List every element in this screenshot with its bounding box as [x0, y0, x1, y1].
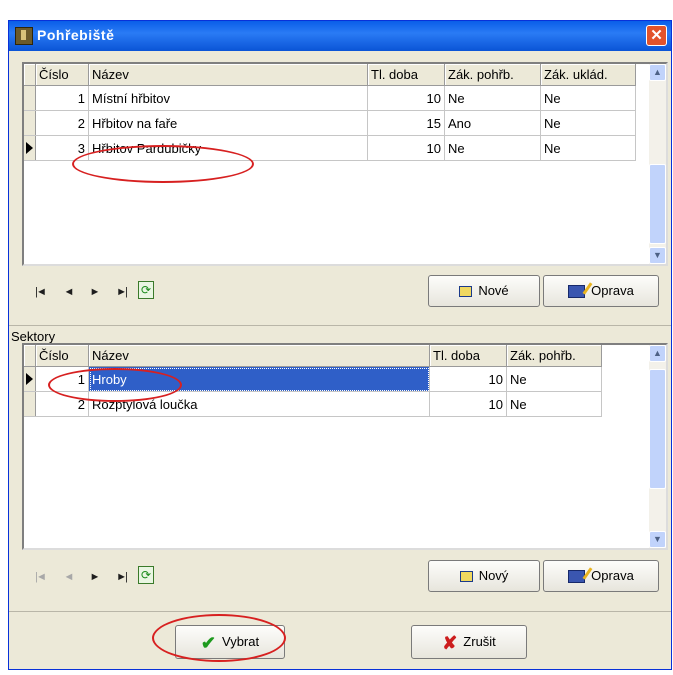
row-indicator: [24, 110, 36, 136]
scroll-down-icon[interactable]: ▼: [649, 531, 666, 548]
last-record-icon[interactable]: ►|: [111, 284, 131, 300]
title-bar: Pohřebiště ✕: [9, 21, 671, 51]
cemetery-dialog: Pohřebiště ✕ Číslo Název Tl. doba Zák. p…: [8, 20, 672, 670]
sector-grid[interactable]: Číslo Název Tl. doba Zák. pohřb. 1 Hroby…: [22, 343, 668, 550]
table-row[interactable]: 2 Hřbitov na faře 15 Ano Ne: [24, 110, 636, 136]
table-row-current[interactable]: 1 Hroby 10 Ne: [24, 366, 602, 392]
next-record-icon[interactable]: ►: [84, 284, 104, 300]
cell-rest-period[interactable]: 10: [367, 135, 445, 161]
cell-name[interactable]: Hřbitov na faře: [88, 110, 368, 136]
first-record-icon[interactable]: |◄: [30, 569, 50, 585]
cell-burial-ban[interactable]: Ne: [506, 366, 602, 392]
sector-grid-header: Číslo Název Tl. doba Zák. pohřb.: [24, 345, 602, 367]
cell-rest-period[interactable]: 10: [429, 366, 507, 392]
current-row-pointer-icon: [26, 373, 33, 385]
cell-name[interactable]: Hřbitov Pardubičky: [88, 135, 368, 161]
cell-number[interactable]: 2: [35, 391, 89, 417]
refresh-icon[interactable]: ⟳: [138, 566, 154, 584]
cemetery-navigator: |◄ ◄ ► ►| ⟳ Nové Oprava: [22, 269, 668, 315]
edit-cemetery-label: Oprava: [591, 283, 634, 298]
row-indicator: [24, 391, 36, 417]
sector-navigator: |◄ ◄ ► ►| ⟳ Nový Oprava: [22, 554, 668, 600]
vertical-scrollbar[interactable]: ▲ ▼: [649, 64, 666, 264]
cell-burial-ban[interactable]: Ne: [444, 85, 541, 111]
table-row[interactable]: 2 Rozptylová loučka 10 Ne: [24, 391, 602, 417]
select-button[interactable]: ✔ Vybrat: [175, 625, 285, 659]
first-record-icon[interactable]: |◄: [30, 284, 50, 300]
window-title: Pohřebiště: [37, 27, 115, 43]
scroll-thumb[interactable]: [649, 369, 666, 489]
cell-rest-period[interactable]: 15: [367, 110, 445, 136]
cemetery-grid-header: Číslo Název Tl. doba Zák. pohřb. Zák. uk…: [24, 64, 636, 86]
scroll-down-icon[interactable]: ▼: [649, 247, 666, 264]
column-header-rest-period[interactable]: Tl. doba: [429, 345, 507, 367]
column-header-number[interactable]: Číslo: [35, 64, 89, 86]
cell-rest-period[interactable]: 10: [367, 85, 445, 111]
row-indicator-header: [24, 64, 36, 86]
cell-burial-ban[interactable]: Ne: [506, 391, 602, 417]
cell-number[interactable]: 3: [35, 135, 89, 161]
row-indicator: [24, 85, 36, 111]
column-header-name[interactable]: Název: [88, 64, 368, 86]
edit-sector-button[interactable]: Oprava: [543, 560, 659, 592]
column-header-burial-ban[interactable]: Zák. pohřb.: [444, 64, 541, 86]
row-indicator: [24, 366, 36, 392]
current-row-pointer-icon: [26, 142, 33, 154]
column-header-burial-ban[interactable]: Zák. pohřb.: [506, 345, 602, 367]
select-label: Vybrat: [222, 634, 260, 649]
scroll-up-icon[interactable]: ▲: [649, 345, 666, 362]
table-row[interactable]: 1 Místní hřbitov 10 Ne Ne: [24, 85, 636, 111]
edit-cemetery-button[interactable]: Oprava: [543, 275, 659, 307]
column-header-rest-period[interactable]: Tl. doba: [367, 64, 445, 86]
new-record-icon: [459, 571, 473, 583]
check-icon: ✔: [200, 632, 216, 653]
cell-name-selected[interactable]: Hroby: [88, 366, 430, 392]
last-record-icon[interactable]: ►|: [111, 569, 131, 585]
refresh-icon[interactable]: ⟳: [138, 281, 154, 299]
cell-name[interactable]: Rozptylová loučka: [88, 391, 430, 417]
cell-storage-ban[interactable]: Ne: [540, 85, 636, 111]
cell-number[interactable]: 1: [35, 366, 89, 392]
table-row-current[interactable]: 3 Hřbitov Pardubičky 10 Ne Ne: [24, 135, 636, 161]
new-cemetery-button[interactable]: Nové: [428, 275, 540, 307]
column-header-name[interactable]: Název: [88, 345, 430, 367]
column-header-storage-ban[interactable]: Zák. uklád.: [540, 64, 636, 86]
scroll-thumb[interactable]: [649, 164, 666, 244]
cell-rest-period[interactable]: 10: [429, 391, 507, 417]
cemetery-grid[interactable]: Číslo Název Tl. doba Zák. pohřb. Zák. uk…: [22, 62, 668, 266]
cell-storage-ban[interactable]: Ne: [540, 110, 636, 136]
row-indicator-header: [24, 345, 36, 367]
new-cemetery-label: Nové: [478, 283, 509, 298]
close-button[interactable]: ✕: [646, 25, 667, 46]
new-sector-button[interactable]: Nový: [428, 560, 540, 592]
new-record-icon: [459, 286, 473, 298]
prev-record-icon[interactable]: ◄: [58, 284, 78, 300]
tombstone-icon: [15, 27, 33, 45]
row-indicator: [24, 135, 36, 161]
column-header-number[interactable]: Číslo: [35, 345, 89, 367]
vertical-scrollbar[interactable]: ▲ ▼: [649, 345, 666, 548]
cell-name[interactable]: Místní hřbitov: [88, 85, 368, 111]
scroll-up-icon[interactable]: ▲: [649, 64, 666, 81]
edit-icon: [568, 570, 586, 584]
cancel-button[interactable]: ✘ Zrušit: [411, 625, 527, 659]
cell-burial-ban[interactable]: Ne: [444, 135, 541, 161]
cancel-x-icon: ✘: [442, 632, 458, 653]
next-record-icon[interactable]: ►: [84, 569, 104, 585]
edit-icon: [568, 285, 586, 299]
cell-number[interactable]: 2: [35, 110, 89, 136]
edit-sector-label: Oprava: [591, 568, 634, 583]
cancel-label: Zrušit: [463, 634, 496, 649]
footer-divider: [9, 611, 671, 612]
new-sector-label: Nový: [478, 568, 509, 583]
cell-storage-ban[interactable]: Ne: [540, 135, 636, 161]
prev-record-icon[interactable]: ◄: [58, 569, 78, 585]
cell-burial-ban[interactable]: Ano: [444, 110, 541, 136]
cell-number[interactable]: 1: [35, 85, 89, 111]
